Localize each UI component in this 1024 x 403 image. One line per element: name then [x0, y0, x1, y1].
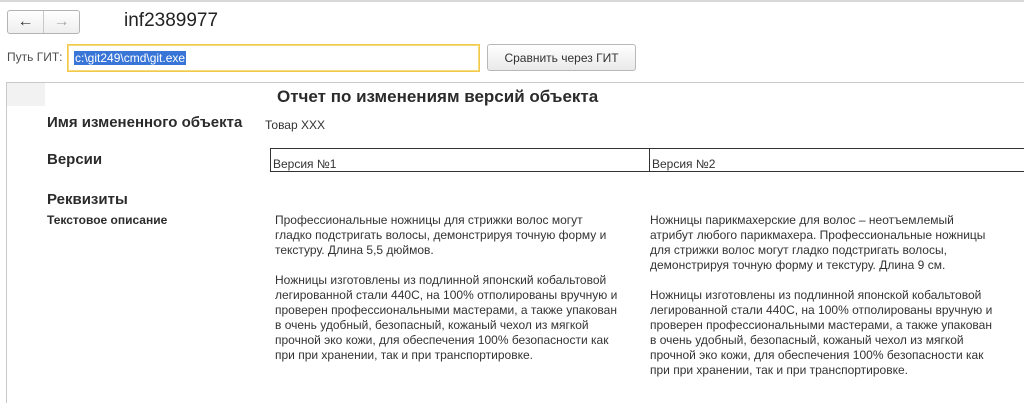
versions-header-table: Версия №1 Версия №2 [270, 148, 1024, 172]
description-line: в очень удобный, безопасный, кожаный чех… [275, 318, 589, 332]
object-name-value: Товар XXX [265, 118, 325, 132]
description-line: Ножницы изготовлены из подлинной японско… [650, 288, 982, 302]
description-line: демонстрируя точную форму и текстуру. Дл… [650, 258, 946, 272]
description-line: атрибут любого парикмахера. Профессионал… [650, 228, 986, 242]
description-line: легированной стали 440С, на 100% отполир… [275, 288, 618, 302]
attributes-label: Реквизиты [47, 191, 128, 208]
git-path-label: Путь ГИТ: [7, 50, 63, 64]
git-path-value: c:\git249\cmd\git.exe [74, 51, 187, 65]
description-line: легированной стали 440С, на 100% отполир… [650, 303, 993, 317]
top-border [0, 0, 1024, 2]
description-line: при при хранении, так и при транспортиро… [275, 348, 533, 362]
report-gutter [7, 83, 45, 106]
compare-via-git-button[interactable]: Сравнить через ГИТ [487, 44, 636, 71]
text-description-label: Текстовое описание [47, 213, 168, 227]
description-version-1: Профессиональные ножницы для стрижки вол… [275, 213, 647, 363]
description-line: проверен профессиональными мастерами, а … [275, 303, 617, 317]
description-line: текстуру. Длина 5,5 дюймов. [275, 243, 434, 257]
object-name-label: Имя измененного объекта [47, 114, 243, 131]
description-line: прочной эко кожи, для обеспечения 100% б… [275, 333, 609, 347]
description-version-2: Ножницы парикмахерские для волос – неотъ… [650, 213, 1022, 378]
report-title: Отчет по изменениям версий объекта [277, 87, 599, 106]
version-1-cell: Версия №1 [271, 149, 650, 171]
nav-buttons: ← → [7, 10, 80, 34]
description-line: в очень удобный, безопасный, кожаный чех… [650, 333, 964, 347]
description-line: при при хранении, так и при транспортиро… [650, 363, 908, 377]
description-line: Профессиональные ножницы для стрижки вол… [275, 213, 583, 227]
description-line: Ножницы парикмахерские для волос – неотъ… [650, 213, 954, 227]
git-path-input[interactable]: c:\git249\cmd\git.exe [67, 44, 480, 72]
description-line: проверен профессиональными мастерами, а … [650, 318, 992, 332]
report-document[interactable]: Отчет по изменениям версий объекта Имя и… [6, 82, 1024, 403]
description-line: гладко подстригать волосы, демонстрируя … [275, 228, 607, 242]
description-line: Ножницы изготовлены из подлинной японски… [275, 273, 607, 287]
window-title: inf2389977 [124, 10, 219, 31]
versions-label: Версии [47, 151, 103, 168]
description-line: для стрижки волос могут гладко подстрига… [650, 243, 947, 257]
forward-arrow-icon[interactable]: → [44, 11, 79, 33]
back-arrow-icon[interactable]: ← [8, 11, 44, 33]
version-2-cell: Версия №2 [652, 157, 716, 171]
report-window: ← → inf2389977 Путь ГИТ: c:\git249\cmd\g… [0, 0, 1024, 403]
description-line: прочной эко кожи, для обеспечения 100% б… [650, 348, 984, 362]
